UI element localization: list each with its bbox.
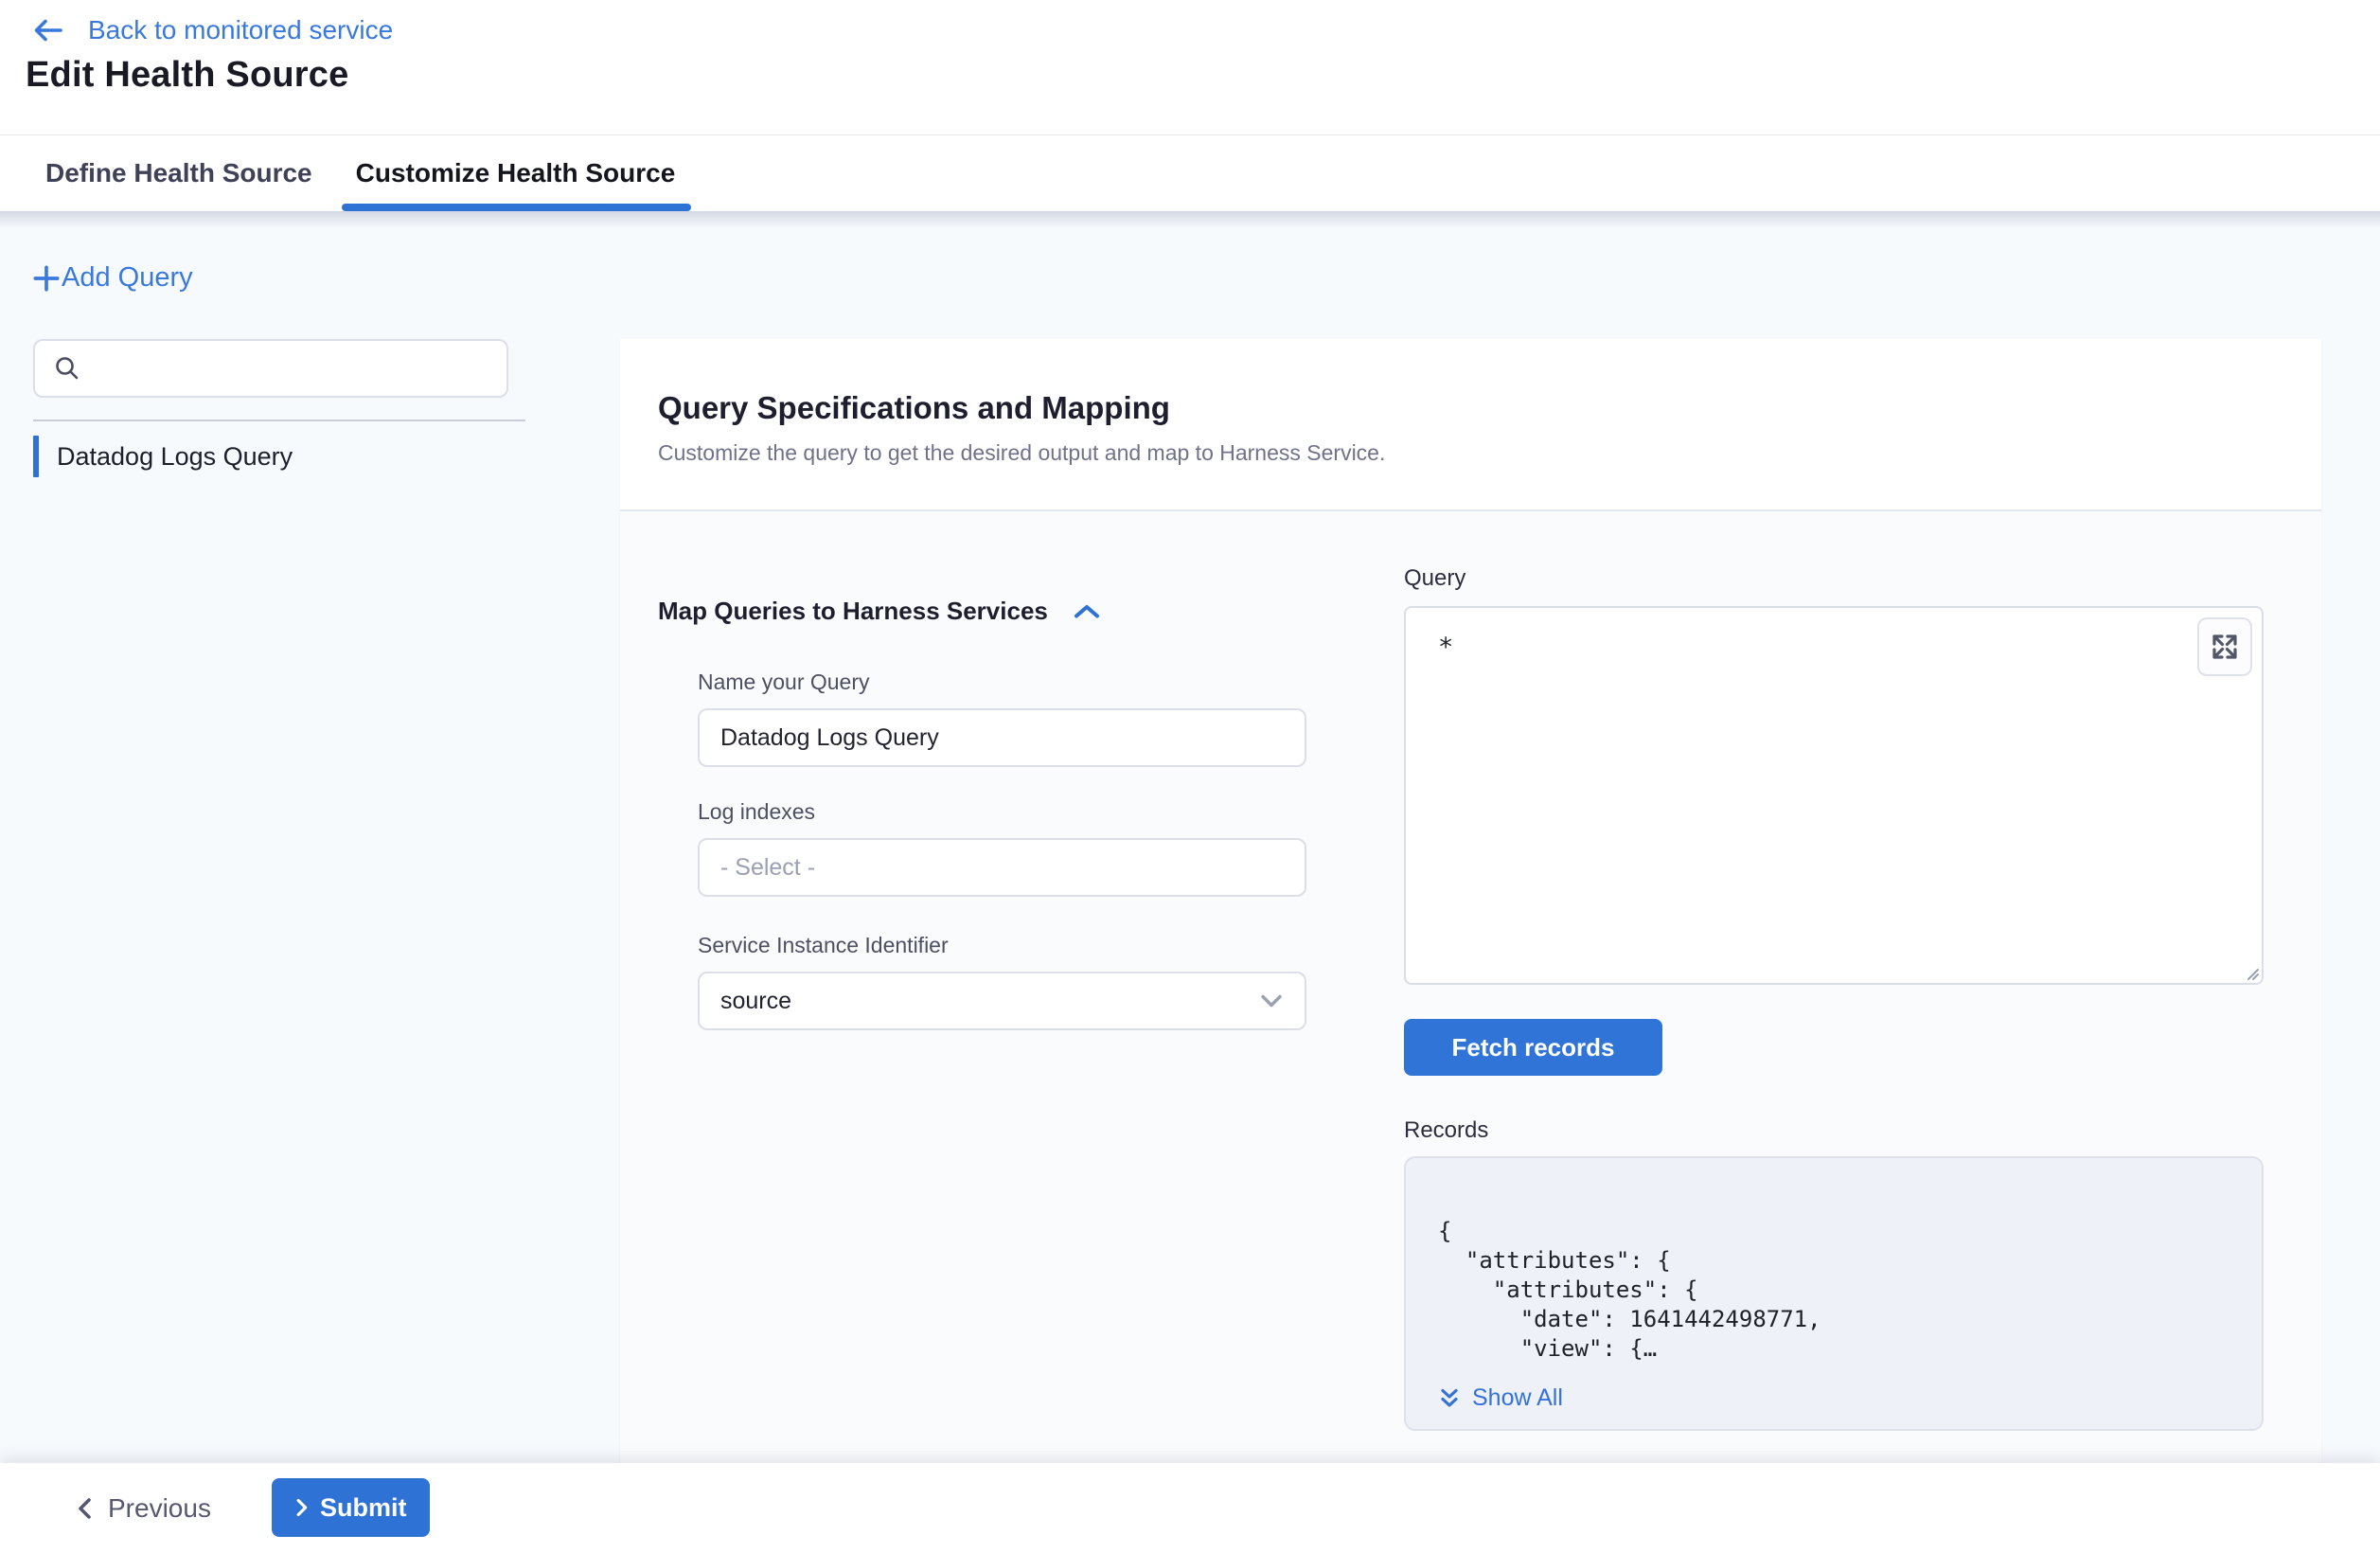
expand-icon [2207,629,2243,665]
chevron-right-icon [294,1497,309,1518]
records-panel: { "attributes": { "attributes": { "date"… [1404,1156,2264,1431]
map-queries-title: Map Queries to Harness Services [658,597,1048,626]
chevron-down-icon [1259,991,1284,1010]
back-arrow-icon [31,17,65,44]
search-icon [52,353,82,384]
query-records-section: Query * [1404,565,2264,1431]
query-spec-card: Query Specifications and Mapping Customi… [620,339,2321,1463]
submit-button[interactable]: Submit [272,1478,430,1537]
service-instance-select[interactable]: source [698,972,1306,1030]
plus-icon [31,263,62,294]
record-json-line: "view": {… [1438,1334,2229,1364]
sidebar-item-datadog-logs-query[interactable]: Datadog Logs Query [33,436,293,477]
record-json-line: { [1438,1217,2229,1246]
map-queries-section: Map Queries to Harness Services Name you… [658,597,1359,1030]
previous-button[interactable]: Previous [76,1463,211,1553]
query-label: Query [1404,565,2264,592]
show-all-label: Show All [1472,1384,1563,1412]
double-chevron-down-icon [1438,1386,1461,1411]
name-query-label: Name your Query [698,669,1359,695]
active-tab-underline [342,204,692,211]
main-content: Add Query Datadog Logs Query Query Speci… [0,211,2380,1463]
query-item-label: Datadog Logs Query [57,442,293,472]
expand-query-button[interactable] [2197,617,2252,676]
record-json-line: "attributes": { [1438,1276,2229,1305]
service-instance-identifier-label: Service Instance Identifier [698,933,1359,958]
tab-customize-health-source[interactable]: Customize Health Source [356,135,676,211]
add-query-button[interactable]: Add Query [31,262,193,294]
back-link[interactable]: Back to monitored service [31,15,393,45]
page-title: Edit Health Source [26,55,348,96]
service-instance-value: source [720,988,791,1015]
query-name-input[interactable] [698,708,1306,767]
previous-label: Previous [108,1493,211,1524]
chevron-left-icon [76,1496,93,1521]
record-json-line: "attributes": { [1438,1246,2229,1276]
log-indexes-select[interactable] [698,838,1306,897]
records-label: Records [1404,1117,2264,1144]
card-body: Map Queries to Harness Services Name you… [620,511,2321,1463]
show-all-link[interactable]: Show All [1438,1384,2229,1412]
tab-bar: Define Health Source Customize Health So… [0,135,2380,211]
active-item-indicator [33,436,39,477]
log-indexes-label: Log indexes [698,799,1359,825]
query-search-box[interactable] [33,339,508,398]
card-header: Query Specifications and Mapping Customi… [620,339,2321,511]
record-json-line: "date": 1641442498771, [1438,1305,2229,1334]
page-header: Back to monitored service Edit Health So… [0,0,2380,135]
card-subtitle: Customize the query to get the desired o… [658,440,2283,466]
query-textarea[interactable]: * [1404,606,2264,985]
footer-bar: Previous Submit [0,1463,2380,1553]
add-query-label: Add Query [62,262,193,294]
tab-define-health-source[interactable]: Define Health Source [45,135,312,211]
submit-label: Submit [320,1493,407,1523]
search-input[interactable] [96,355,489,383]
fetch-records-button[interactable]: Fetch records [1404,1019,1662,1076]
sidebar-divider [33,419,525,421]
textarea-resize-handle[interactable] [2243,964,2260,981]
collapse-chevron-up-icon[interactable] [1073,602,1101,621]
card-title: Query Specifications and Mapping [658,390,2283,426]
back-link-label: Back to monitored service [88,15,393,45]
